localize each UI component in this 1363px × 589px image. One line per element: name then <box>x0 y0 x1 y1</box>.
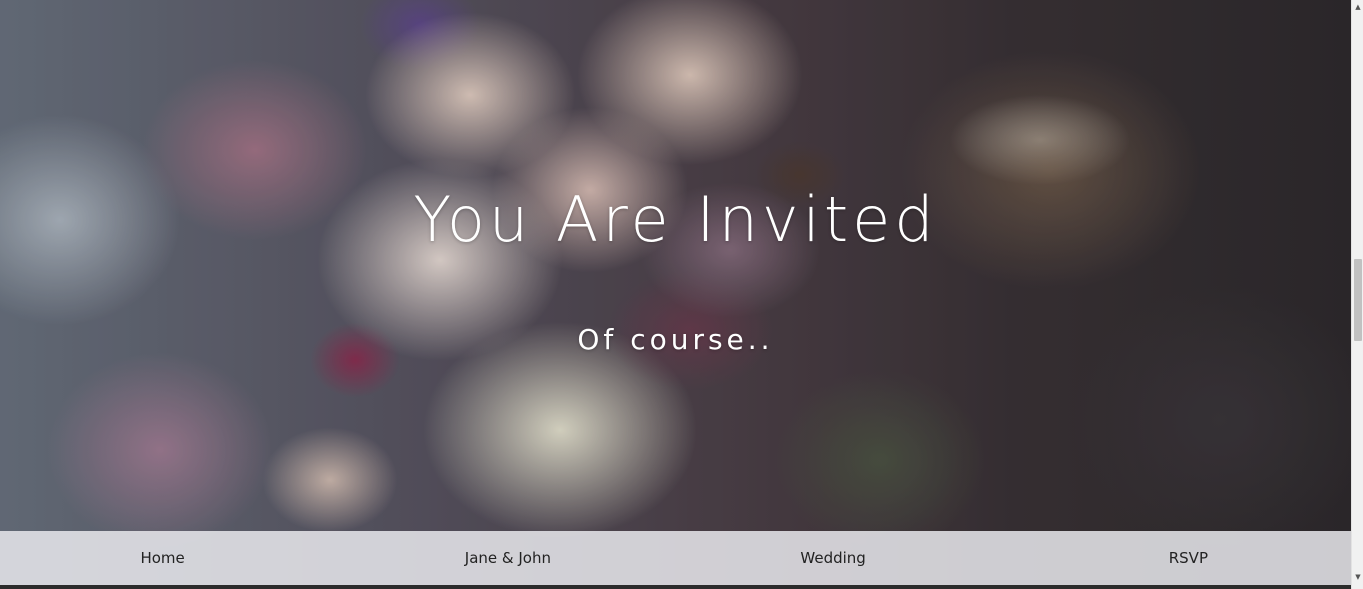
scrollbar-thumb[interactable] <box>1354 259 1362 341</box>
hero-subtitle: Of course.. <box>577 323 774 356</box>
nav-item-home[interactable]: Home <box>0 531 345 585</box>
hero-background-image <box>0 0 1351 585</box>
hero-title: You Are Invited <box>413 183 938 256</box>
scroll-up-icon[interactable]: ▲ <box>1352 1 1363 13</box>
page-bottom-edge <box>0 585 1351 589</box>
hero-section: You Are Invited Of course.. <box>0 0 1351 585</box>
nav-item-wedding[interactable]: Wedding <box>671 531 996 585</box>
scroll-down-icon[interactable]: ▼ <box>1352 571 1363 583</box>
vertical-scrollbar[interactable]: ▲ ▼ <box>1351 0 1363 589</box>
nav-item-rsvp[interactable]: RSVP <box>996 531 1351 585</box>
bottom-navbar: Home Jane & John Wedding RSVP <box>0 531 1351 585</box>
page-viewport: You Are Invited Of course.. Home Jane & … <box>0 0 1351 585</box>
nav-item-couple[interactable]: Jane & John <box>345 531 670 585</box>
